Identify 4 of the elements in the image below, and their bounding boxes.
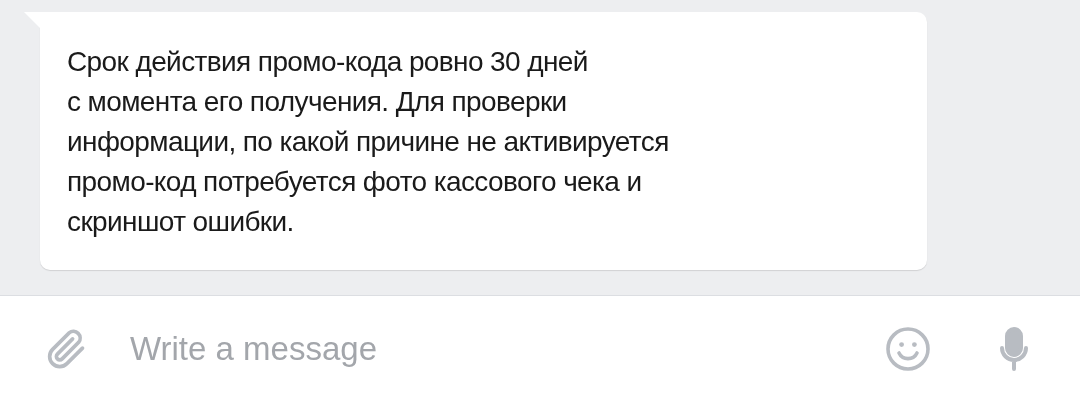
message-composer[interactable]: Write a message bbox=[0, 295, 1080, 401]
message-input[interactable]: Write a message bbox=[130, 323, 884, 374]
message-text: Срок действия промо-кода ровно 30 дней с момента его получения. Для проверки информации, по какой причине не активируется промо-код потребуется фото кассового чека и скриншот ошибки. bbox=[67, 45, 670, 239]
smiley-icon[interactable] bbox=[884, 324, 932, 373]
